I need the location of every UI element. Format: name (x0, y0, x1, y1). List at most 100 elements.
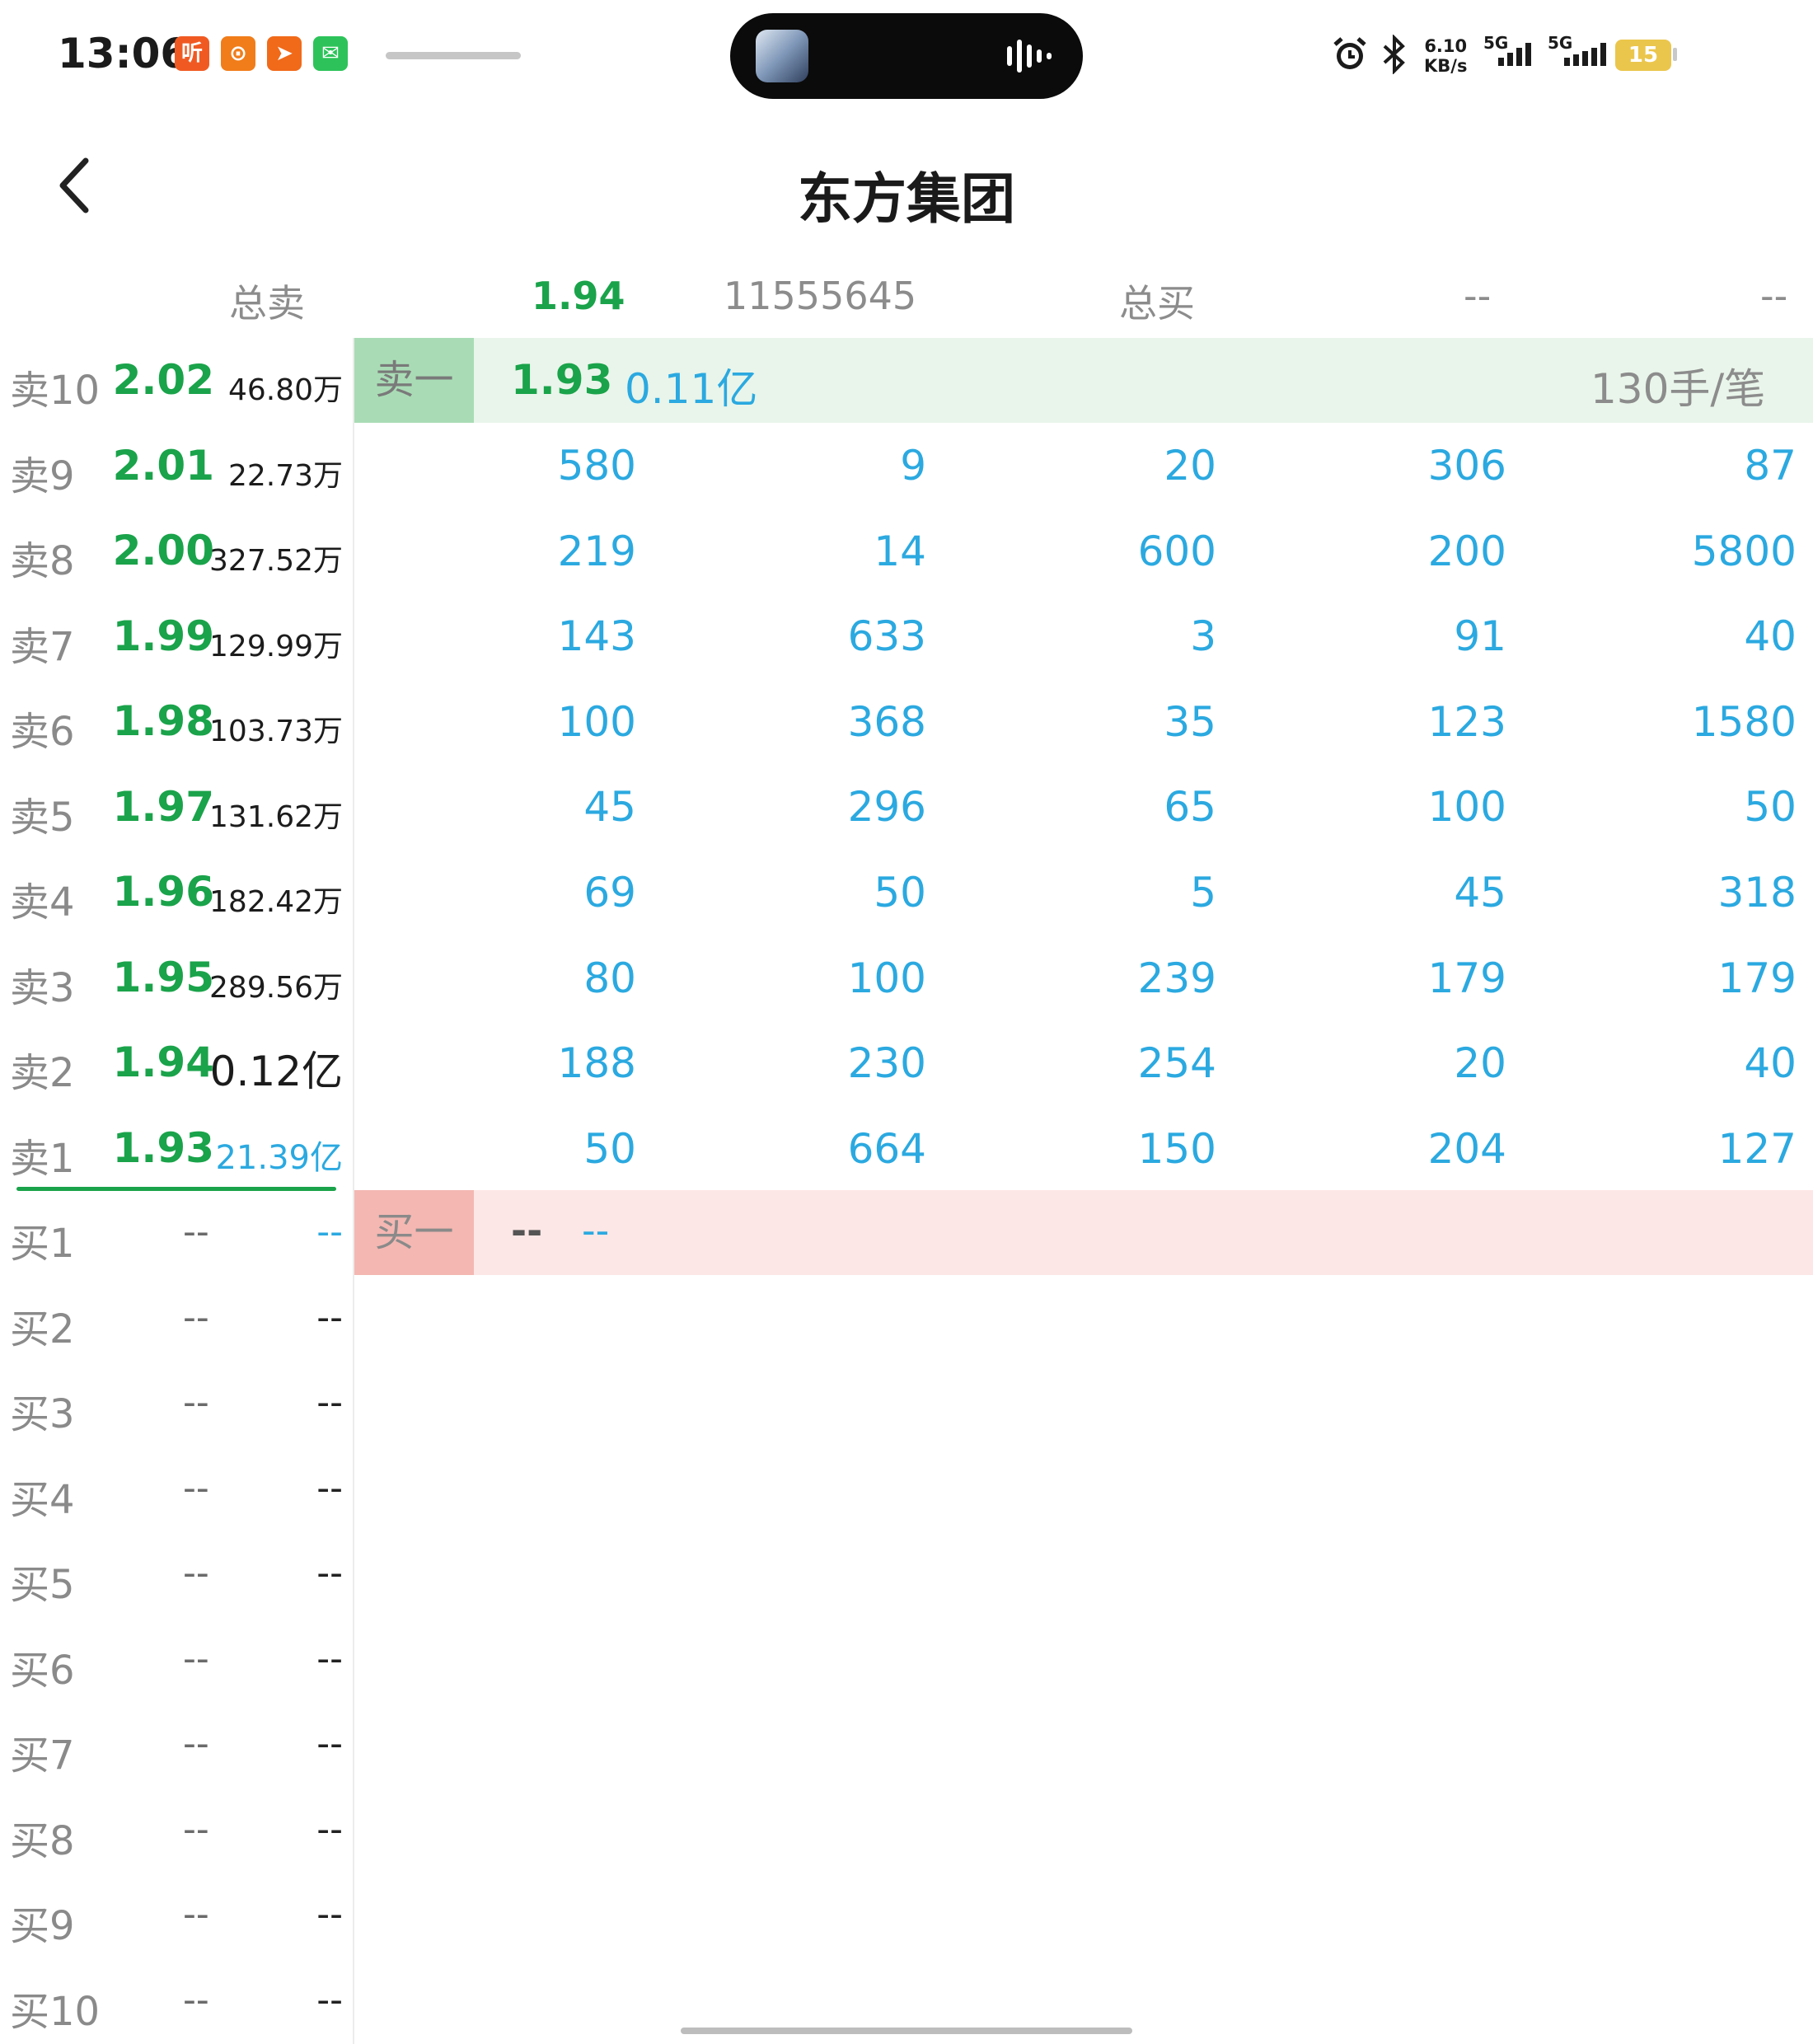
level-price: -- (183, 1381, 209, 1423)
queue-order-size: 50 (874, 869, 926, 917)
sell-level-row[interactable]: 卖4 1.96 182.42万 (0, 850, 353, 935)
level-label: 买6 (10, 1647, 75, 1694)
queue-order-size: 200 (1427, 527, 1506, 575)
level-price: 1.94 (112, 1038, 214, 1086)
queue-order-size: 100 (1427, 783, 1506, 832)
level-price: 2.00 (112, 527, 214, 574)
queue-order-size: 143 (557, 612, 636, 661)
buy-one-amount: -- (582, 1208, 610, 1253)
signal-sim2-icon: 5G (1548, 35, 1606, 66)
level-price: -- (183, 1211, 209, 1253)
buy-level-row[interactable]: 买1 -- -- (0, 1191, 353, 1277)
queue-order-size: 45 (1454, 869, 1506, 917)
buy-level-row[interactable]: 买7 -- -- (0, 1703, 353, 1788)
queue-order-size: 87 (1744, 442, 1797, 490)
level-price: 1.93 (112, 1123, 214, 1172)
sell-level-row[interactable]: 卖6 1.98 103.73万 (0, 679, 353, 765)
sell-level-row[interactable]: 卖5 1.97 131.62万 (0, 765, 353, 851)
level-label: 卖7 (10, 623, 75, 670)
queue-order-size: 150 (1137, 1124, 1216, 1173)
level-price: -- (183, 1466, 209, 1509)
queue-order-size: 219 (557, 527, 636, 575)
level-label: 买5 (10, 1562, 75, 1608)
total-buy-price: -- (1464, 274, 1492, 318)
buy-level-row[interactable]: 买5 -- -- (0, 1532, 353, 1618)
buy-one-price: -- (511, 1208, 543, 1253)
queue-order-size: 69 (583, 869, 636, 917)
buy-level-row[interactable]: 买8 -- -- (0, 1788, 353, 1874)
buy-one-tag: 买一 (354, 1190, 474, 1275)
level-label: 卖10 (10, 368, 101, 414)
level-volume: 327.52万 (209, 544, 343, 578)
sell-level-row[interactable]: 卖2 1.94 0.12亿 (0, 1020, 353, 1106)
sell-level-row[interactable]: 卖10 2.02 46.80万 (0, 338, 353, 424)
bluetooth-icon (1383, 35, 1405, 74)
paper-plane-app-icon: ➤ (267, 36, 302, 71)
queue-order-size: 50 (1744, 783, 1797, 832)
signal-sim1-icon: 5G (1483, 35, 1531, 66)
queue-order-size: 188 (557, 1039, 636, 1088)
queue-order-size: 35 (1164, 697, 1216, 746)
fund-app-icon: ⊙ (221, 36, 255, 71)
sell-level-row[interactable]: 卖1 1.93 21.39亿 (0, 1106, 353, 1192)
level-volume: -- (316, 1723, 343, 1765)
sell-one-price: 1.93 (511, 356, 613, 404)
level-price: 1.95 (112, 953, 214, 1001)
sell1-indicator (16, 1187, 336, 1191)
queue-order-size: 600 (1137, 527, 1216, 575)
buy-level-row[interactable]: 买9 -- -- (0, 1873, 353, 1959)
level-volume: 131.62万 (209, 799, 343, 834)
queue-order-size: 664 (847, 1124, 926, 1173)
queue-order-size: 14 (874, 527, 926, 575)
level-label: 卖4 (10, 879, 75, 926)
level-label: 买9 (10, 1903, 75, 1949)
level-volume: 22.73万 (227, 458, 343, 493)
level-label: 卖3 (10, 964, 75, 1011)
status-time: 13:06 (58, 30, 190, 77)
wechat-icon: ✉ (313, 36, 348, 71)
buy-level-row[interactable]: 买3 -- -- (0, 1362, 353, 1447)
sell-level-row[interactable]: 卖7 1.99 129.99万 (0, 594, 353, 680)
level-price: -- (183, 1723, 209, 1765)
level-volume: 103.73万 (209, 715, 343, 748)
buy-level-row[interactable]: 买6 -- -- (0, 1618, 353, 1704)
queue-order-size: 80 (583, 954, 636, 1002)
sell-level-row[interactable]: 卖9 2.01 22.73万 (0, 424, 353, 509)
buy-level-row[interactable]: 买4 -- -- (0, 1447, 353, 1533)
level-volume: 0.12亿 (209, 1048, 343, 1095)
level-label: 买4 (10, 1476, 75, 1523)
level-price: 1.96 (112, 868, 214, 916)
network-speed: 6.10 KB/s (1424, 36, 1468, 76)
buy-level-row[interactable]: 买10 -- -- (0, 1959, 353, 2044)
queue-order-size: 296 (847, 783, 926, 832)
queue-order-size: 127 (1717, 1124, 1797, 1173)
sell-level-row[interactable]: 卖8 2.00 327.52万 (0, 509, 353, 594)
buy-one-bar[interactable] (354, 1190, 1813, 1275)
level-label: 卖2 (10, 1050, 75, 1096)
queue-order-size: 65 (1164, 783, 1216, 832)
queue-order-size: 230 (847, 1039, 926, 1088)
queue-order-size: 318 (1717, 869, 1797, 917)
page-title: 东方集团 (798, 167, 1015, 231)
multitask-handle[interactable] (386, 52, 521, 59)
queue-order-size: 254 (1137, 1039, 1216, 1088)
level-volume: 21.39亿 (215, 1138, 343, 1177)
level-label: 卖9 (10, 452, 75, 499)
media-thumbnail-icon (756, 30, 808, 82)
level-label: 卖5 (10, 794, 75, 841)
queue-order-size: 91 (1454, 612, 1506, 661)
queue-order-size: 239 (1137, 954, 1216, 1002)
level-volume: -- (316, 1552, 343, 1594)
battery-cap (1673, 48, 1677, 61)
level-label: 买7 (10, 1732, 75, 1779)
sell-one-tag: 卖一 (354, 338, 474, 423)
buy-level-row[interactable]: 买2 -- -- (0, 1277, 353, 1362)
total-sell-label: 总卖 (229, 281, 305, 326)
queue-order-size: 20 (1454, 1039, 1506, 1088)
queue-order-size: 50 (583, 1124, 636, 1173)
home-indicator[interactable] (681, 2028, 1132, 2034)
ting-app-icon: 听 (175, 36, 209, 71)
sell-level-row[interactable]: 卖3 1.95 289.56万 (0, 935, 353, 1021)
queue-order-size: 20 (1164, 442, 1216, 490)
level-volume: -- (316, 1978, 343, 2021)
